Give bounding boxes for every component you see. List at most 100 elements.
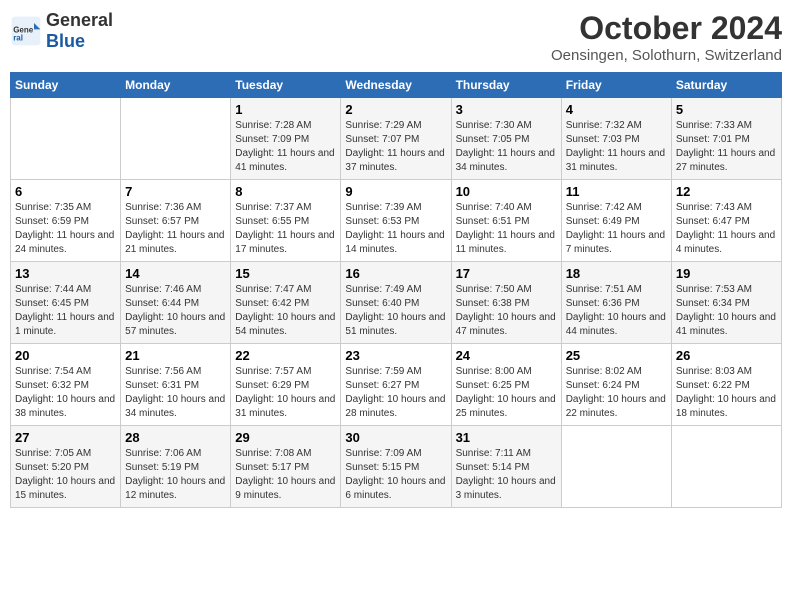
day-number: 28 [125,430,226,445]
weekday-header: Friday [561,73,671,98]
weekday-header: Wednesday [341,73,451,98]
day-number: 25 [566,348,667,363]
calendar-cell: 8 Sunrise: 7:37 AM Sunset: 6:55 PM Daylig… [231,180,341,262]
calendar-cell [671,426,781,508]
logo-blue-text: Blue [46,31,85,51]
weekday-header: Monday [121,73,231,98]
day-info: Sunrise: 7:06 AM Sunset: 5:19 PM Dayligh… [125,447,226,503]
calendar-cell: 7Sunrise: 7:36 AM Sunset: 6:57 PM Daylig… [121,180,231,262]
day-number: 20 [15,348,116,363]
day-info: Sunrise: 7:11 AM Sunset: 5:14 PM Dayligh… [456,447,557,503]
day-info: Sunrise: 7:49 AM Sunset: 6:40 PM Dayligh… [345,283,446,339]
calendar-cell: 26Sunrise: 8:03 AM Sunset: 6:22 PM Dayli… [671,344,781,426]
day-info: Sunrise: 7:33 AM Sunset: 7:01 PM Dayligh… [676,119,777,175]
calendar-cell: 5 Sunrise: 7:33 AM Sunset: 7:01 PM Daylig… [671,98,781,180]
day-info: Sunrise: 7:37 AM Sunset: 6:55 PM Dayligh… [235,201,336,257]
day-info: Sunrise: 7:39 AM Sunset: 6:53 PM Dayligh… [345,201,446,257]
day-number: 15 [235,266,336,281]
weekday-header: Sunday [11,73,121,98]
day-info: Sunrise: 7:51 AM Sunset: 6:36 PM Dayligh… [566,283,667,339]
calendar-cell: 11 Sunrise: 7:42 AM Sunset: 6:49 PM Dayli… [561,180,671,262]
calendar-cell: 18 Sunrise: 7:51 AM Sunset: 6:36 PM Dayli… [561,262,671,344]
day-number: 18 [566,266,667,281]
day-number: 5 [676,102,777,117]
calendar-cell: 16 Sunrise: 7:49 AM Sunset: 6:40 PM Dayli… [341,262,451,344]
day-info: Sunrise: 7:36 AM Sunset: 6:57 PM Dayligh… [125,201,226,257]
day-info: Sunrise: 7:56 AM Sunset: 6:31 PM Dayligh… [125,365,226,421]
location-title: Oensingen, Solothurn, Switzerland [551,47,782,64]
day-number: 17 [456,266,557,281]
calendar-week-row: 6Sunrise: 7:35 AM Sunset: 6:59 PM Daylig… [11,180,782,262]
day-number: 27 [15,430,116,445]
calendar-body: 1 Sunrise: 7:28 AM Sunset: 7:09 PM Daylig… [11,98,782,508]
calendar-cell: 24 Sunrise: 8:00 AM Sunset: 6:25 PM Dayli… [451,344,561,426]
day-info: Sunrise: 7:59 AM Sunset: 6:27 PM Dayligh… [345,365,446,421]
calendar-table: SundayMondayTuesdayWednesdayThursdayFrid… [10,72,782,508]
calendar-cell: 17 Sunrise: 7:50 AM Sunset: 6:38 PM Dayli… [451,262,561,344]
day-info: Sunrise: 7:46 AM Sunset: 6:44 PM Dayligh… [125,283,226,339]
day-number: 3 [456,102,557,117]
day-info: Sunrise: 7:05 AM Sunset: 5:20 PM Dayligh… [15,447,116,503]
day-number: 29 [235,430,336,445]
day-number: 23 [345,348,446,363]
calendar-cell: 10 Sunrise: 7:40 AM Sunset: 6:51 PM Dayli… [451,180,561,262]
calendar-cell: 2Sunrise: 7:29 AM Sunset: 7:07 PM Daylig… [341,98,451,180]
day-info: Sunrise: 7:42 AM Sunset: 6:49 PM Dayligh… [566,201,667,257]
calendar-cell [121,98,231,180]
svg-text:ral: ral [13,34,23,43]
calendar-cell: 20 Sunrise: 7:54 AM Sunset: 6:32 PM Dayli… [11,344,121,426]
day-info: Sunrise: 7:40 AM Sunset: 6:51 PM Dayligh… [456,201,557,257]
calendar-cell: 28 Sunrise: 7:06 AM Sunset: 5:19 PM Dayli… [121,426,231,508]
calendar-cell [11,98,121,180]
weekday-header: Saturday [671,73,781,98]
day-number: 8 [235,184,336,199]
day-number: 19 [676,266,777,281]
day-number: 4 [566,102,667,117]
weekday-header: Tuesday [231,73,341,98]
calendar-cell: 21 Sunrise: 7:56 AM Sunset: 6:31 PM Dayli… [121,344,231,426]
day-info: Sunrise: 7:54 AM Sunset: 6:32 PM Dayligh… [15,365,116,421]
calendar-cell [561,426,671,508]
calendar-cell: 31 Sunrise: 7:11 AM Sunset: 5:14 PM Dayli… [451,426,561,508]
calendar-cell: 30Sunrise: 7:09 AM Sunset: 5:15 PM Dayli… [341,426,451,508]
day-number: 1 [235,102,336,117]
calendar-week-row: 27 Sunrise: 7:05 AM Sunset: 5:20 PM Dayli… [11,426,782,508]
calendar-cell: 15 Sunrise: 7:47 AM Sunset: 6:42 PM Dayli… [231,262,341,344]
calendar-cell: 1 Sunrise: 7:28 AM Sunset: 7:09 PM Daylig… [231,98,341,180]
day-info: Sunrise: 7:35 AM Sunset: 6:59 PM Dayligh… [15,201,116,257]
day-info: Sunrise: 7:53 AM Sunset: 6:34 PM Dayligh… [676,283,777,339]
calendar-cell: 14 Sunrise: 7:46 AM Sunset: 6:44 PM Dayli… [121,262,231,344]
day-number: 24 [456,348,557,363]
day-info: Sunrise: 7:57 AM Sunset: 6:29 PM Dayligh… [235,365,336,421]
logo: Gene ral General Blue [10,10,113,52]
day-number: 10 [456,184,557,199]
day-info: Sunrise: 7:32 AM Sunset: 7:03 PM Dayligh… [566,119,667,175]
calendar-cell: 13Sunrise: 7:44 AM Sunset: 6:45 PM Dayli… [11,262,121,344]
day-info: Sunrise: 7:28 AM Sunset: 7:09 PM Dayligh… [235,119,336,175]
day-info: Sunrise: 7:29 AM Sunset: 7:07 PM Dayligh… [345,119,446,175]
day-info: Sunrise: 7:47 AM Sunset: 6:42 PM Dayligh… [235,283,336,339]
day-number: 31 [456,430,557,445]
day-info: Sunrise: 8:00 AM Sunset: 6:25 PM Dayligh… [456,365,557,421]
day-number: 16 [345,266,446,281]
calendar-week-row: 1 Sunrise: 7:28 AM Sunset: 7:09 PM Daylig… [11,98,782,180]
day-info: Sunrise: 8:02 AM Sunset: 6:24 PM Dayligh… [566,365,667,421]
page-header: Gene ral General Blue October 2024 Oensi… [10,10,782,64]
calendar-cell: 4 Sunrise: 7:32 AM Sunset: 7:03 PM Daylig… [561,98,671,180]
day-info: Sunrise: 8:03 AM Sunset: 6:22 PM Dayligh… [676,365,777,421]
calendar-week-row: 20 Sunrise: 7:54 AM Sunset: 6:32 PM Dayli… [11,344,782,426]
day-number: 21 [125,348,226,363]
calendar-week-row: 13Sunrise: 7:44 AM Sunset: 6:45 PM Dayli… [11,262,782,344]
day-info: Sunrise: 7:44 AM Sunset: 6:45 PM Dayligh… [15,283,116,339]
calendar-cell: 22Sunrise: 7:57 AM Sunset: 6:29 PM Dayli… [231,344,341,426]
calendar-cell: 12Sunrise: 7:43 AM Sunset: 6:47 PM Dayli… [671,180,781,262]
calendar-cell: 6Sunrise: 7:35 AM Sunset: 6:59 PM Daylig… [11,180,121,262]
day-number: 11 [566,184,667,199]
calendar-header-row: SundayMondayTuesdayWednesdayThursdayFrid… [11,73,782,98]
weekday-header: Thursday [451,73,561,98]
calendar-cell: 29Sunrise: 7:08 AM Sunset: 5:17 PM Dayli… [231,426,341,508]
day-number: 14 [125,266,226,281]
calendar-cell: 3Sunrise: 7:30 AM Sunset: 7:05 PM Daylig… [451,98,561,180]
day-info: Sunrise: 7:50 AM Sunset: 6:38 PM Dayligh… [456,283,557,339]
logo-icon: Gene ral [10,15,42,47]
